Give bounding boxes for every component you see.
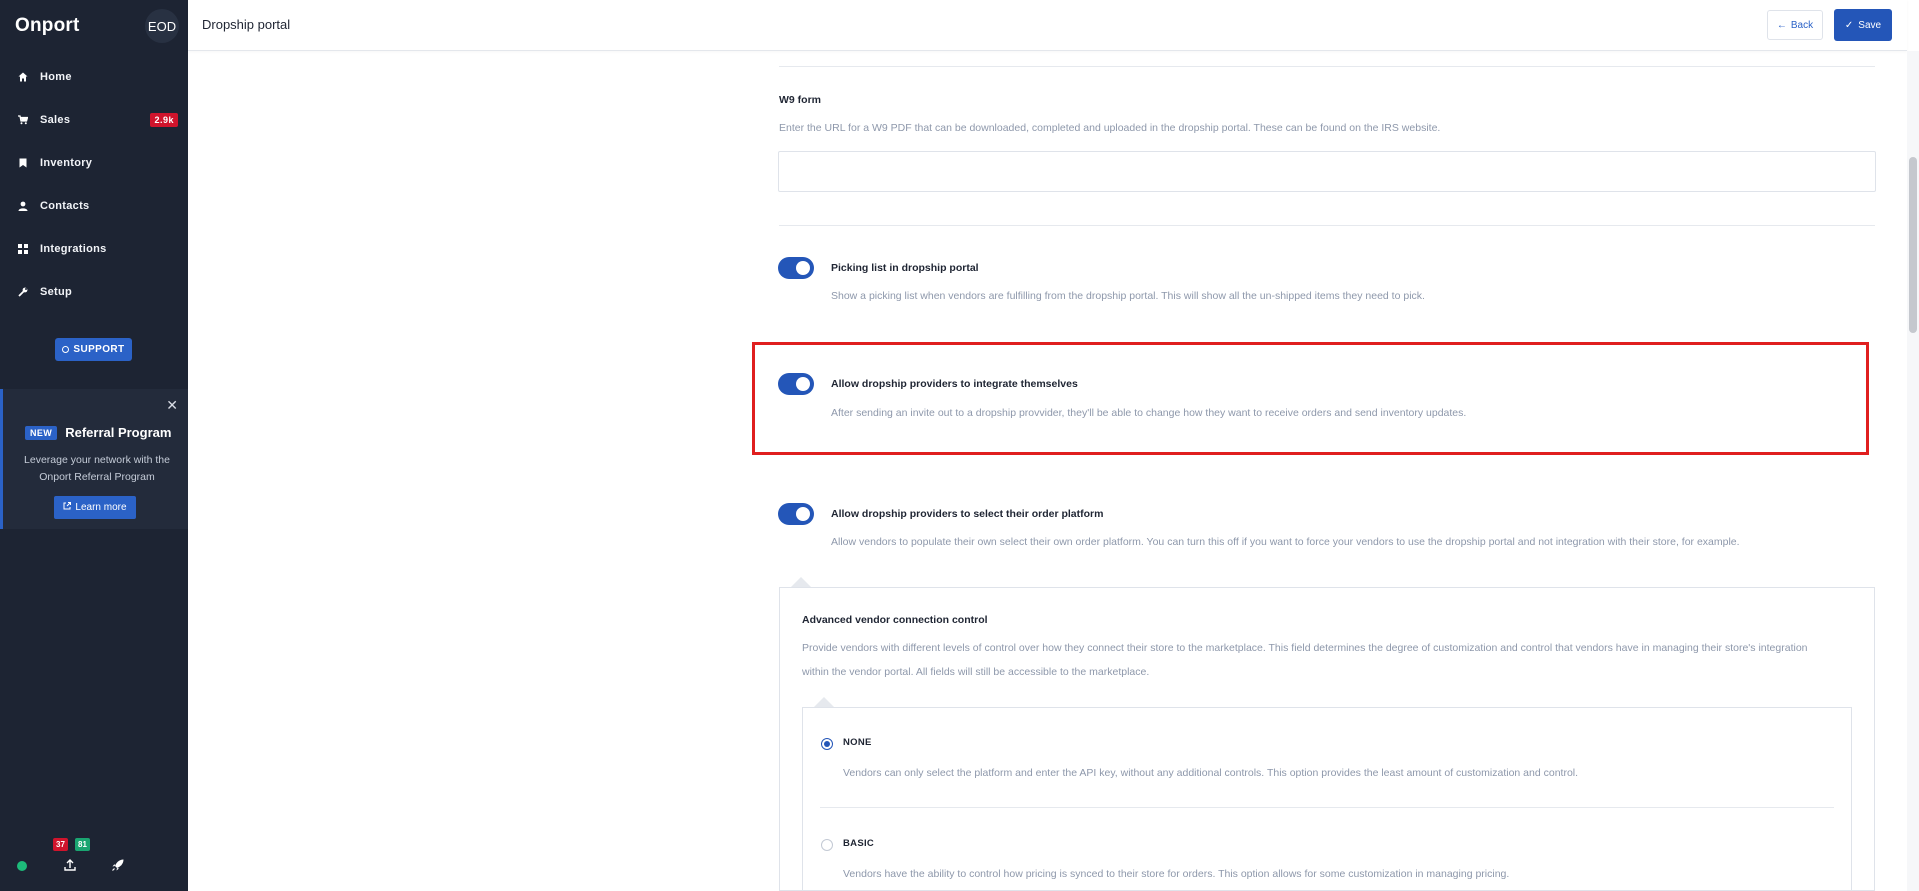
- sales-count-badge: 2.9k: [150, 112, 178, 127]
- sidebar-footer: [0, 843, 188, 891]
- radio-basic[interactable]: [821, 839, 833, 851]
- arrow-left-icon: ←: [1776, 19, 1787, 31]
- close-icon[interactable]: ✕: [166, 397, 178, 414]
- sidebar-item-integrations[interactable]: Integrations: [0, 227, 188, 270]
- rocket-icon[interactable]: [111, 858, 125, 877]
- advanced-control-title: Advanced vendor connection control: [802, 614, 988, 626]
- scrollbar-thumb[interactable]: [1909, 157, 1917, 333]
- sidebar-item-contacts[interactable]: Contacts: [0, 184, 188, 227]
- new-badge: NEW: [25, 425, 58, 440]
- cart-icon: [18, 114, 28, 125]
- sidebar-item-label: Setup: [40, 285, 73, 298]
- option-basic-description: Vendors have the ability to control how …: [843, 868, 1510, 880]
- integrate-title: Allow dropship providers to integrate th…: [831, 378, 1078, 390]
- app-logo[interactable]: Onport: [15, 15, 80, 37]
- order-platform-toggle[interactable]: [778, 503, 814, 525]
- connection-level-options: [802, 707, 1852, 891]
- save-button[interactable]: ✓ Save: [1834, 9, 1892, 41]
- page-title: Dropship portal: [202, 17, 291, 32]
- sidebar-item-label: Home: [40, 70, 72, 83]
- org-avatar[interactable]: EOD: [145, 9, 179, 43]
- option-none-label: NONE: [843, 737, 872, 748]
- order-platform-title: Allow dropship providers to select their…: [831, 508, 1104, 520]
- picking-list-toggle[interactable]: [778, 257, 814, 279]
- sidebar-nav: Home Sales 2.9k Inventory Contacts Integ…: [0, 55, 188, 313]
- highlight-box: [752, 342, 1869, 455]
- w9-description: Enter the URL for a W9 PDF that can be d…: [779, 122, 1441, 134]
- back-label: Back: [1790, 19, 1814, 31]
- notch-pointer: [791, 577, 811, 587]
- referral-text: Leverage your network with the Onport Re…: [24, 454, 170, 483]
- radio-none[interactable]: [821, 738, 833, 750]
- support-icon: [62, 346, 70, 353]
- sidebar-item-inventory[interactable]: Inventory: [0, 141, 188, 184]
- person-icon: [18, 201, 28, 211]
- bookmark-icon: [18, 158, 28, 168]
- brand-row: Onport EOD: [0, 0, 188, 52]
- home-icon: [18, 72, 28, 82]
- notch-pointer: [814, 697, 834, 707]
- check-icon: ✓: [1844, 19, 1854, 31]
- sidebar-item-sales[interactable]: Sales 2.9k: [0, 98, 188, 141]
- back-button[interactable]: ← Back: [1767, 10, 1823, 40]
- picking-list-title: Picking list in dropship portal: [831, 262, 979, 274]
- sidebar-item-label: Integrations: [40, 242, 107, 255]
- sidebar-item-label: Inventory: [40, 156, 93, 169]
- upload-icon[interactable]: [63, 858, 77, 877]
- referral-title: Referral Program: [65, 425, 172, 440]
- learn-more-button[interactable]: Learn more: [54, 496, 136, 519]
- sidebar-item-setup[interactable]: Setup: [0, 270, 188, 313]
- support-button[interactable]: SUPPORT: [55, 338, 132, 361]
- sidebar-item-label: Contacts: [40, 199, 90, 212]
- status-dot-icon[interactable]: [17, 861, 27, 871]
- sidebar-item-label: Sales: [40, 113, 71, 126]
- section-divider: [779, 66, 1875, 67]
- referral-header: NEW Referral Program: [25, 425, 171, 440]
- order-platform-description: Allow vendors to populate their own sele…: [831, 536, 1740, 548]
- sidebar-item-home[interactable]: Home: [0, 55, 188, 98]
- integrate-description: After sending an invite out to a dropshi…: [831, 407, 1467, 419]
- referral-card: ✕ NEW Referral Program Leverage your net…: [0, 389, 188, 529]
- w9-url-input[interactable]: [778, 151, 1876, 192]
- learn-more-label: Learn more: [75, 502, 127, 513]
- section-divider: [779, 225, 1875, 226]
- w9-title: W9 form: [779, 94, 821, 106]
- grid-icon: [18, 243, 28, 254]
- support-label: SUPPORT: [73, 344, 125, 355]
- wrench-icon: [18, 287, 28, 297]
- option-basic-label: BASIC: [843, 838, 875, 849]
- external-link-icon: [63, 502, 72, 513]
- option-none-description: Vendors can only select the platform and…: [843, 767, 1579, 779]
- sidebar: Onport EOD Home Sales 2.9k Inventory Con…: [0, 0, 188, 891]
- advanced-control-description: Provide vendors with different levels of…: [802, 642, 1808, 654]
- picking-list-description: Show a picking list when vendors are ful…: [831, 290, 1425, 302]
- save-label: Save: [1858, 19, 1882, 31]
- integrate-toggle[interactable]: [778, 373, 814, 395]
- option-divider: [820, 807, 1834, 808]
- top-bar: Dropship portal ← Back ✓ Save: [188, 0, 1907, 51]
- advanced-control-description-2: within the vendor portal. All fields wil…: [802, 666, 1150, 678]
